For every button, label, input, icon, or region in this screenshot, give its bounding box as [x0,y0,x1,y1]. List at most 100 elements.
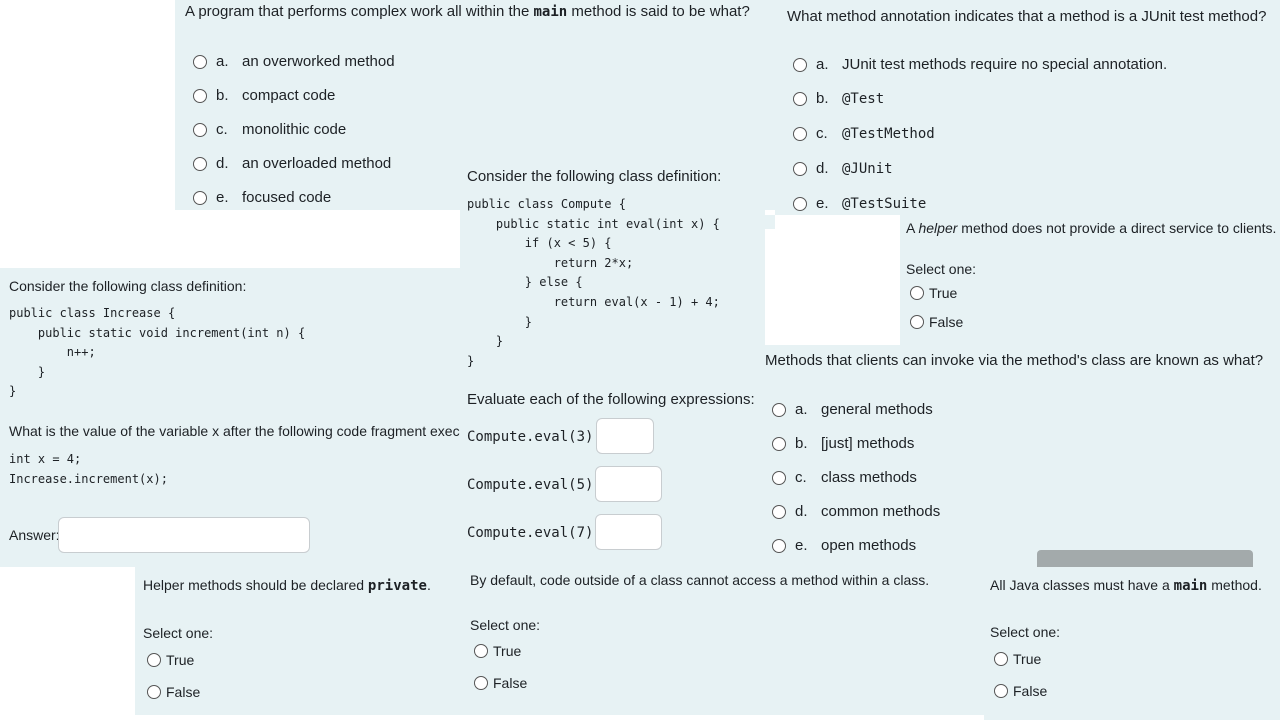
option-letter: a. [816,56,829,73]
question-text: What method annotation indicates that a … [787,8,1267,25]
option-c[interactable]: c. monolithic code [193,121,346,138]
eval-7-input[interactable] [595,514,662,550]
option-true[interactable]: True [147,652,194,668]
radio-icon[interactable] [147,653,161,667]
question-text: A helper method does not provide a direc… [906,220,1276,236]
option-e[interactable]: e. @TestSuite [793,195,926,212]
option-true[interactable]: True [910,285,957,301]
question-text: Evaluate each of the following expressio… [467,391,755,408]
option-label: True [1013,651,1042,667]
question-text-part: . [426,577,431,593]
option-c[interactable]: c. @TestMethod [793,125,935,142]
question-text: What is the value of the variable x afte… [9,423,494,439]
option-label: @TestSuite [842,195,927,212]
radio-icon[interactable] [994,652,1008,666]
answer-input[interactable] [58,517,310,553]
option-label: [just] methods [821,435,915,452]
option-a[interactable]: a. general methods [772,401,933,418]
option-b[interactable]: b. compact code [193,87,335,104]
option-letter: d. [216,155,229,172]
question-panel-q6: Consider the following class definition:… [0,268,494,567]
eval-5-input[interactable] [595,466,662,502]
radio-icon[interactable] [793,57,807,72]
option-false[interactable]: False [910,314,963,330]
question-text-emphasis: helper [918,220,958,236]
question-text-part: method is said to be what? [567,3,750,20]
question-text-part: method does not provide a direct service… [957,220,1277,236]
select-one-label: Select one: [470,617,541,633]
question-text-part: A program that performs complex work all… [185,3,534,20]
code-block: public class Increase { public static vo… [9,306,306,399]
option-letter: b. [216,87,229,104]
radio-icon[interactable] [772,504,786,519]
radio-icon[interactable] [193,190,207,205]
expression-label: Compute.eval(7) [467,525,594,541]
question-intro: Consider the following class definition: [9,278,247,294]
option-letter: e. [795,537,808,554]
radio-icon[interactable] [994,684,1008,698]
eval-3-input[interactable] [596,418,654,454]
question-text: Helper methods should be declared privat… [143,577,431,594]
radio-icon[interactable] [193,156,207,171]
radio-icon[interactable] [910,315,924,329]
option-label: common methods [821,503,941,520]
option-c[interactable]: c. class methods [772,469,917,486]
select-one-label: Select one: [990,624,1061,640]
option-letter: d. [795,503,808,520]
radio-icon[interactable] [772,402,786,417]
radio-icon[interactable] [793,196,807,211]
radio-icon[interactable] [793,161,807,176]
option-a[interactable]: a. an overworked method [193,53,395,70]
option-true[interactable]: True [994,651,1041,667]
select-one-label: Select one: [906,261,977,277]
option-letter: b. [795,435,808,452]
option-d[interactable]: d. @JUnit [793,160,893,177]
option-label: monolithic code [242,121,347,138]
option-a[interactable]: a. JUnit test methods require no special … [793,56,1167,73]
radio-icon[interactable] [193,88,207,103]
option-false[interactable]: False [474,675,527,691]
option-label: True [166,652,195,668]
option-label: False [1013,683,1048,699]
option-label: False [929,314,964,330]
option-e[interactable]: e. open methods [772,537,916,554]
option-true[interactable]: True [474,643,521,659]
option-false[interactable]: False [994,683,1047,699]
option-b[interactable]: b. @Test [793,90,884,107]
question-text-part: A [906,220,919,236]
option-letter: c. [216,121,228,138]
option-b[interactable]: b. [just] methods [772,435,914,452]
option-label: an overworked method [242,53,395,70]
option-d[interactable]: d. an overloaded method [193,155,391,172]
radio-icon[interactable] [474,676,488,690]
radio-icon[interactable] [793,126,807,141]
radio-icon[interactable] [474,644,488,658]
radio-icon[interactable] [772,538,786,553]
question-text-part: method. [1207,577,1262,593]
option-label: @Test [842,90,885,107]
radio-icon[interactable] [793,91,807,106]
option-label: @JUnit [842,160,893,177]
question-text: All Java classes must have a main method… [990,577,1262,594]
radio-icon[interactable] [193,54,207,69]
radio-icon[interactable] [147,685,161,699]
option-letter: e. [816,195,829,212]
code-fragment: int x = 4; Increase.increment(x); [9,452,168,486]
option-label: False [166,684,201,700]
option-label: False [493,675,528,691]
radio-icon[interactable] [772,436,786,451]
option-letter: c. [795,469,807,486]
question-panel-q2: What method annotation indicates that a … [775,0,1280,215]
question-panel-q3: Consider the following class definition:… [460,160,765,565]
option-letter: b. [816,90,829,107]
option-letter: e. [216,189,229,206]
question-panel-q4: A helper method does not provide a direc… [900,215,1280,347]
radio-icon[interactable] [910,286,924,300]
radio-icon[interactable] [193,122,207,137]
option-e[interactable]: e. focused code [193,189,331,206]
option-false[interactable]: False [147,684,200,700]
option-d[interactable]: d. common methods [772,503,940,520]
code-keyword: main [1173,578,1208,594]
option-label: class methods [821,469,917,486]
radio-icon[interactable] [772,470,786,485]
